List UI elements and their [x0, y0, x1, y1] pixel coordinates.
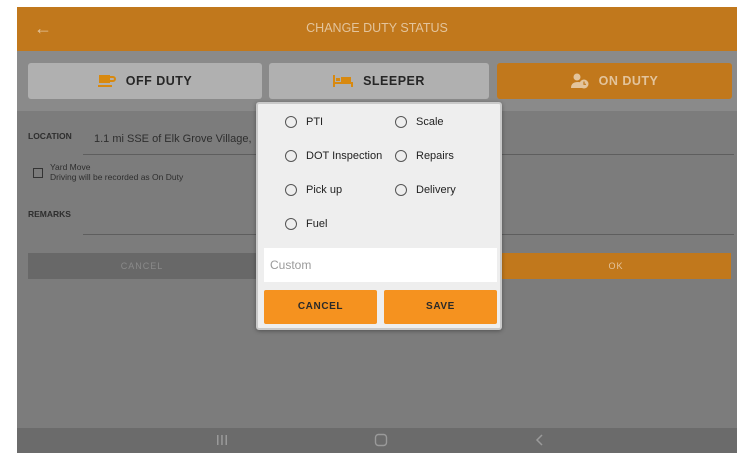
app-screen: ← CHANGE DUTY STATUS OFF DUTY SLEEPER ON…	[17, 7, 737, 453]
radio-icon[interactable]	[395, 150, 407, 162]
app-bar: ← CHANGE DUTY STATUS	[17, 7, 737, 51]
option-label: Repairs	[416, 150, 454, 162]
bed-icon	[333, 75, 354, 87]
on-duty-label: ON DUTY	[598, 74, 659, 88]
location-label: LOCATION	[28, 131, 72, 141]
status-reason-dialog: PTI Scale DOT Inspection Repairs Pick up…	[256, 102, 502, 330]
option-pti[interactable]: PTI	[285, 116, 323, 128]
yard-move-note: Driving will be recorded as On Duty	[50, 171, 184, 182]
option-label: Scale	[416, 116, 444, 128]
off-duty-label: OFF DUTY	[125, 74, 193, 88]
option-repairs[interactable]: Repairs	[395, 150, 454, 162]
system-nav-bar	[17, 428, 737, 453]
dialog-save-button[interactable]: SAVE	[384, 290, 497, 324]
radio-icon[interactable]	[285, 116, 297, 128]
location-value[interactable]: 1.1 mi SSE of Elk Grove Village,	[94, 133, 252, 145]
off-duty-button[interactable]: OFF DUTY	[28, 63, 262, 99]
option-label: DOT Inspection	[306, 150, 383, 162]
option-label: Pick up	[306, 184, 343, 196]
option-scale[interactable]: Scale	[395, 116, 444, 128]
dialog-cancel-button[interactable]: CANCEL	[264, 290, 377, 324]
sleeper-label: SLEEPER	[363, 74, 425, 88]
coffee-cup-icon	[97, 75, 116, 87]
option-dot-inspection[interactable]: DOT Inspection	[285, 150, 382, 162]
back-nav-icon[interactable]	[535, 433, 545, 447]
radio-icon[interactable]	[285, 184, 297, 196]
option-delivery[interactable]: Delivery	[395, 184, 456, 196]
custom-reason-input[interactable]	[264, 248, 497, 282]
option-label: Fuel	[306, 218, 328, 230]
person-clock-icon	[570, 73, 589, 89]
option-label: Delivery	[416, 184, 456, 196]
page-title: CHANGE DUTY STATUS	[306, 21, 448, 35]
option-pick-up[interactable]: Pick up	[285, 184, 342, 196]
home-icon[interactable]	[374, 433, 388, 447]
option-label: PTI	[306, 116, 324, 128]
on-duty-button[interactable]: ON DUTY	[497, 63, 732, 99]
yard-move-text: Yard Move Driving will be recorded as On…	[50, 162, 184, 182]
option-fuel[interactable]: Fuel	[285, 218, 327, 230]
recent-apps-icon[interactable]	[216, 433, 228, 447]
radio-icon[interactable]	[285, 218, 297, 230]
form-ok-button[interactable]: OK	[501, 253, 731, 279]
radio-icon[interactable]	[395, 184, 407, 196]
sleeper-button[interactable]: SLEEPER	[269, 63, 489, 99]
remarks-label: REMARKS	[28, 209, 71, 219]
radio-icon[interactable]	[285, 150, 297, 162]
yard-move-checkbox[interactable]	[33, 168, 43, 178]
radio-icon[interactable]	[395, 116, 407, 128]
form-cancel-button[interactable]: CANCEL	[28, 253, 256, 279]
